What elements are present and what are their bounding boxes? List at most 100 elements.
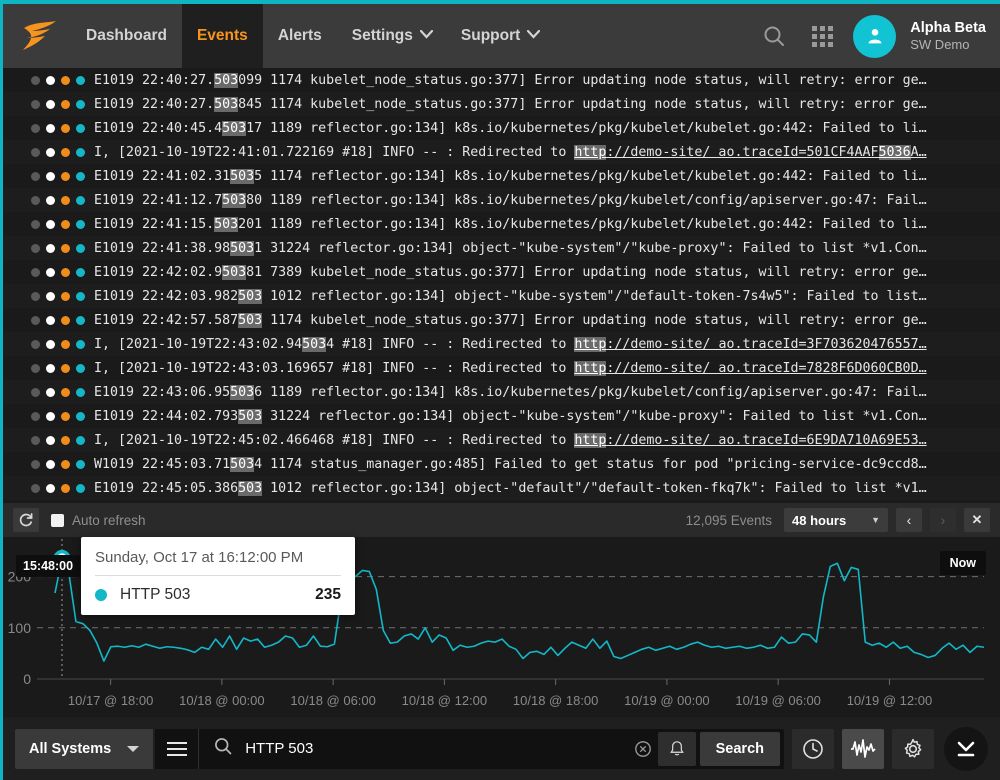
close-panel-button[interactable]: ✕ bbox=[964, 508, 990, 532]
log-row[interactable]: E1019 22:41:12.750380 1189 reflector.go:… bbox=[3, 188, 1000, 212]
status-dot-orange[interactable] bbox=[61, 316, 70, 325]
status-dot-white[interactable] bbox=[46, 196, 55, 205]
status-dot-orange[interactable] bbox=[61, 196, 70, 205]
status-dot-white[interactable] bbox=[46, 76, 55, 85]
status-dot-orange[interactable] bbox=[61, 292, 70, 301]
waveform-icon[interactable] bbox=[842, 729, 884, 769]
status-dot-cyan[interactable] bbox=[76, 484, 85, 493]
bell-icon[interactable] bbox=[658, 732, 696, 766]
log-row[interactable]: E1019 22:43:06.955036 1189 reflector.go:… bbox=[3, 380, 1000, 404]
status-dot-cyan[interactable] bbox=[76, 196, 85, 205]
log-row[interactable]: E1019 22:45:05.386503 1012 reflector.go:… bbox=[3, 476, 1000, 500]
status-dot-white[interactable] bbox=[46, 244, 55, 253]
log-row[interactable]: E1019 22:40:27.503099 1174 kubelet_node_… bbox=[3, 68, 1000, 92]
log-row[interactable]: E1019 22:40:45.450317 1189 reflector.go:… bbox=[3, 116, 1000, 140]
status-dot-cyan[interactable] bbox=[76, 268, 85, 277]
status-dot-gray[interactable] bbox=[31, 316, 40, 325]
log-row[interactable]: E1019 22:40:27.503845 1174 kubelet_node_… bbox=[3, 92, 1000, 116]
status-dot-gray[interactable] bbox=[31, 148, 40, 157]
status-dot-orange[interactable] bbox=[61, 220, 70, 229]
status-dot-white[interactable] bbox=[46, 364, 55, 373]
status-dot-white[interactable] bbox=[46, 316, 55, 325]
log-row[interactable]: E1019 22:42:03.982503 1012 reflector.go:… bbox=[3, 284, 1000, 308]
time-range-select[interactable]: 48 hours ▼ bbox=[784, 508, 888, 532]
log-row[interactable]: I, [2021-10-19T22:45:02.466468 #18] INFO… bbox=[3, 428, 1000, 452]
status-dot-white[interactable] bbox=[46, 460, 55, 469]
log-row[interactable]: W1019 22:45:03.715034 1174 status_manage… bbox=[3, 452, 1000, 476]
log-row[interactable]: E1019 22:41:38.985031 31224 reflector.go… bbox=[3, 236, 1000, 260]
status-dot-gray[interactable] bbox=[31, 76, 40, 85]
auto-refresh-toggle[interactable]: Auto refresh bbox=[51, 513, 146, 528]
status-dot-gray[interactable] bbox=[31, 172, 40, 181]
status-dot-white[interactable] bbox=[46, 172, 55, 181]
status-dot-white[interactable] bbox=[46, 268, 55, 277]
log-row[interactable]: E1019 22:42:57.587503 1174 kubelet_node_… bbox=[3, 308, 1000, 332]
status-dot-gray[interactable] bbox=[31, 460, 40, 469]
status-dot-white[interactable] bbox=[46, 412, 55, 421]
status-dot-orange[interactable] bbox=[61, 388, 70, 397]
search-button[interactable]: Search bbox=[700, 732, 780, 766]
status-dot-gray[interactable] bbox=[31, 340, 40, 349]
status-dot-orange[interactable] bbox=[61, 460, 70, 469]
status-dot-orange[interactable] bbox=[61, 76, 70, 85]
status-dot-gray[interactable] bbox=[31, 124, 40, 133]
nav-item-events[interactable]: Events bbox=[182, 4, 263, 68]
status-dot-gray[interactable] bbox=[31, 364, 40, 373]
status-dot-gray[interactable] bbox=[31, 388, 40, 397]
status-dot-white[interactable] bbox=[46, 292, 55, 301]
next-page-button[interactable]: › bbox=[930, 508, 956, 532]
search-input[interactable]: HTTP 503 bbox=[199, 736, 627, 761]
status-dot-orange[interactable] bbox=[61, 124, 70, 133]
status-dot-cyan[interactable] bbox=[76, 124, 85, 133]
gear-icon[interactable] bbox=[892, 729, 934, 769]
event-log-list[interactable]: E1019 22:40:27.503099 1174 kubelet_node_… bbox=[3, 68, 1000, 503]
status-dot-gray[interactable] bbox=[31, 268, 40, 277]
log-row[interactable]: E1019 22:41:02.315035 1174 reflector.go:… bbox=[3, 164, 1000, 188]
refresh-icon[interactable] bbox=[13, 508, 39, 532]
status-dot-cyan[interactable] bbox=[76, 172, 85, 181]
status-dot-cyan[interactable] bbox=[76, 76, 85, 85]
system-scope-select[interactable]: All Systems bbox=[15, 729, 153, 769]
status-dot-orange[interactable] bbox=[61, 340, 70, 349]
status-dot-cyan[interactable] bbox=[76, 412, 85, 421]
user-info[interactable]: Alpha Beta SW Demo bbox=[910, 19, 986, 53]
auto-refresh-checkbox[interactable] bbox=[51, 514, 64, 527]
app-grid-icon[interactable] bbox=[805, 19, 839, 53]
status-dot-cyan[interactable] bbox=[76, 388, 85, 397]
status-dot-gray[interactable] bbox=[31, 292, 40, 301]
log-row[interactable]: I, [2021-10-19T22:43:02.945034 #18] INFO… bbox=[3, 332, 1000, 356]
status-dot-white[interactable] bbox=[46, 388, 55, 397]
status-dot-white[interactable] bbox=[46, 220, 55, 229]
solarwinds-logo-icon[interactable] bbox=[17, 20, 63, 52]
status-dot-orange[interactable] bbox=[61, 172, 70, 181]
status-dot-white[interactable] bbox=[46, 436, 55, 445]
log-row[interactable]: E1019 22:41:15.503201 1189 reflector.go:… bbox=[3, 212, 1000, 236]
status-dot-orange[interactable] bbox=[61, 436, 70, 445]
status-dot-cyan[interactable] bbox=[76, 244, 85, 253]
status-dot-orange[interactable] bbox=[61, 412, 70, 421]
status-dot-cyan[interactable] bbox=[76, 316, 85, 325]
status-dot-gray[interactable] bbox=[31, 436, 40, 445]
status-dot-white[interactable] bbox=[46, 148, 55, 157]
status-dot-white[interactable] bbox=[46, 484, 55, 493]
nav-item-dashboard[interactable]: Dashboard bbox=[71, 4, 182, 68]
status-dot-cyan[interactable] bbox=[76, 364, 85, 373]
log-row[interactable]: I, [2021-10-19T22:43:03.169657 #18] INFO… bbox=[3, 356, 1000, 380]
status-dot-gray[interactable] bbox=[31, 100, 40, 109]
log-row[interactable]: I, [2021-10-19T22:41:01.722169 #18] INFO… bbox=[3, 140, 1000, 164]
avatar[interactable] bbox=[853, 15, 896, 58]
status-dot-white[interactable] bbox=[46, 340, 55, 349]
nav-item-alerts[interactable]: Alerts bbox=[263, 4, 337, 68]
prev-page-button[interactable]: ‹ bbox=[896, 508, 922, 532]
nav-item-support[interactable]: Support bbox=[446, 4, 553, 68]
status-dot-cyan[interactable] bbox=[76, 460, 85, 469]
nav-item-settings[interactable]: Settings bbox=[337, 4, 446, 68]
status-dot-gray[interactable] bbox=[31, 412, 40, 421]
clear-circle-icon[interactable] bbox=[628, 740, 658, 758]
status-dot-cyan[interactable] bbox=[76, 148, 85, 157]
status-dot-cyan[interactable] bbox=[76, 340, 85, 349]
status-dot-cyan[interactable] bbox=[76, 100, 85, 109]
status-dot-orange[interactable] bbox=[61, 268, 70, 277]
status-dot-orange[interactable] bbox=[61, 484, 70, 493]
status-dot-gray[interactable] bbox=[31, 484, 40, 493]
